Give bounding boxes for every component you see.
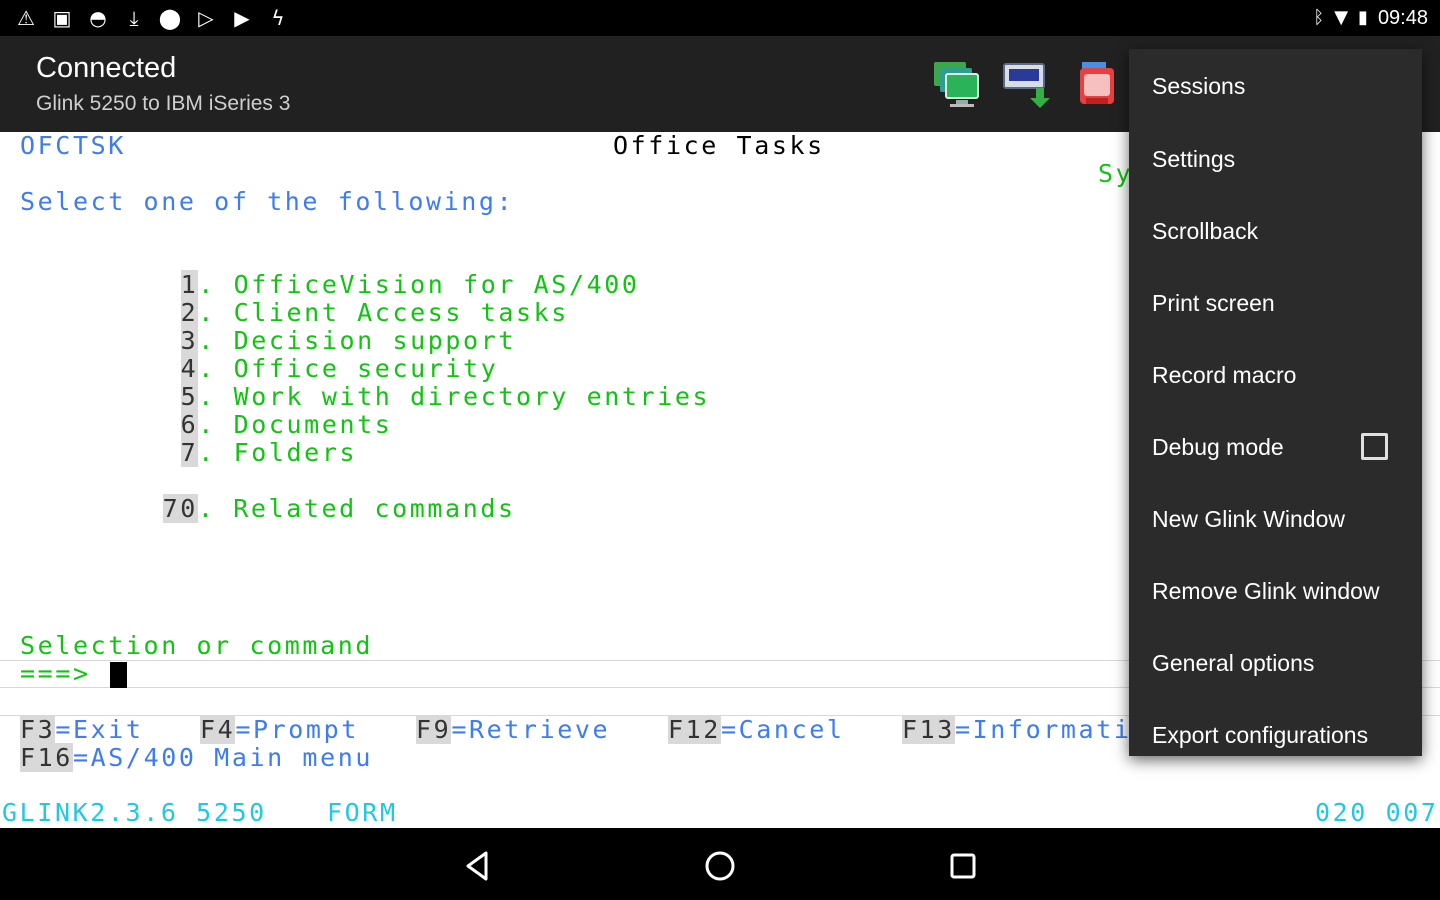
fkey-f9[interactable]: F9=Retrieve: [416, 715, 610, 744]
menu-item-sessions[interactable]: Sessions: [1129, 49, 1422, 123]
menu-prompt: Select one of the following:: [20, 187, 515, 216]
sessions-icon: [934, 62, 979, 107]
program-name: OFCTSK: [20, 131, 126, 160]
navigation-bar: [0, 828, 1440, 900]
command-arrow: ===>: [20, 659, 91, 688]
location-icon: ⬤: [158, 6, 182, 30]
overflow-menu: Sessions Settings Scrollback Print scree…: [1129, 49, 1422, 756]
android-icon: ◓: [89, 6, 107, 30]
terminal-cursor: [110, 662, 127, 688]
fkey-f13[interactable]: F13=Informati: [902, 715, 1131, 744]
sessions-button[interactable]: [930, 58, 982, 110]
notification-icons: ⚠ ▣ ◓ ⤓ ⬤ ▷ ▶ ϟ: [14, 6, 290, 30]
selection-label: Selection or command: [20, 631, 374, 660]
flash-icon: ϟ: [271, 6, 285, 30]
option-label: Folders: [233, 438, 358, 467]
home-icon: [705, 851, 735, 881]
status-bar: ⚠ ▣ ◓ ⤓ ⬤ ▷ ▶ ϟ ᛒ ▼ ▮ 09:48: [0, 0, 1440, 36]
menu-item-print-screen[interactable]: Print screen: [1129, 267, 1422, 339]
screen-title: Office Tasks: [613, 131, 825, 160]
fkey-f12[interactable]: F12=Cancel: [668, 715, 845, 744]
battery-icon: ▮: [1358, 7, 1368, 28]
menu-item-export-configurations[interactable]: Export configurations: [1129, 699, 1422, 756]
system-icons: ᛒ ▼ ▮ 09:48: [1313, 6, 1428, 30]
fkey-f4[interactable]: F4=Prompt: [200, 715, 359, 744]
input-mode: FORM: [327, 798, 398, 827]
menu-item-general-options[interactable]: General options: [1129, 627, 1422, 699]
debug-mode-checkbox[interactable]: [1361, 433, 1388, 460]
fkey-f16[interactable]: F16=AS/400 Main menu: [20, 743, 373, 772]
home-button[interactable]: [702, 848, 738, 884]
cursor-position: 020 007: [1315, 798, 1439, 827]
clock: 09:48: [1377, 7, 1428, 29]
file-transfer-icon: [1003, 63, 1050, 108]
option-number: 7: [180, 438, 199, 467]
wifi-icon: ▼: [1334, 7, 1349, 28]
image-icon: ▣: [52, 6, 72, 30]
menu-item-new-window[interactable]: New Glink Window: [1129, 483, 1422, 555]
fkey-f3[interactable]: F3=Exit: [20, 715, 144, 744]
menu-option-related[interactable]: 70. Related commands: [92, 467, 516, 551]
warning-icon: ⚠: [17, 6, 35, 30]
option-number: 70: [162, 494, 198, 523]
connection-title: Connected: [36, 52, 177, 84]
menu-item-scrollback[interactable]: Scrollback: [1129, 195, 1422, 267]
menu-item-remove-window[interactable]: Remove Glink window: [1129, 555, 1422, 627]
back-button[interactable]: [460, 848, 496, 884]
emulator-version: GLINK2.3.6 5250: [2, 798, 267, 827]
back-icon: [466, 851, 488, 881]
recents-button[interactable]: [945, 848, 981, 884]
recents-icon: [950, 853, 976, 879]
download-icon: ⤓: [129, 6, 139, 30]
menu-item-record-macro[interactable]: Record macro: [1129, 339, 1422, 411]
play-store-icon: ▷: [198, 6, 214, 30]
menu-item-settings[interactable]: Settings: [1129, 123, 1422, 195]
option-label: Related commands: [233, 494, 516, 523]
file-transfer-button[interactable]: [1002, 58, 1054, 110]
connection-subtitle: Glink 5250 to IBM iSeries 3: [36, 92, 291, 115]
clipboard-icon: [1080, 62, 1114, 104]
bluetooth-icon: ᛒ: [1313, 7, 1325, 28]
menu-item-debug-mode[interactable]: Debug mode: [1129, 411, 1422, 483]
clipboard-button[interactable]: [1072, 58, 1124, 110]
play-icon: ▶: [234, 6, 250, 30]
